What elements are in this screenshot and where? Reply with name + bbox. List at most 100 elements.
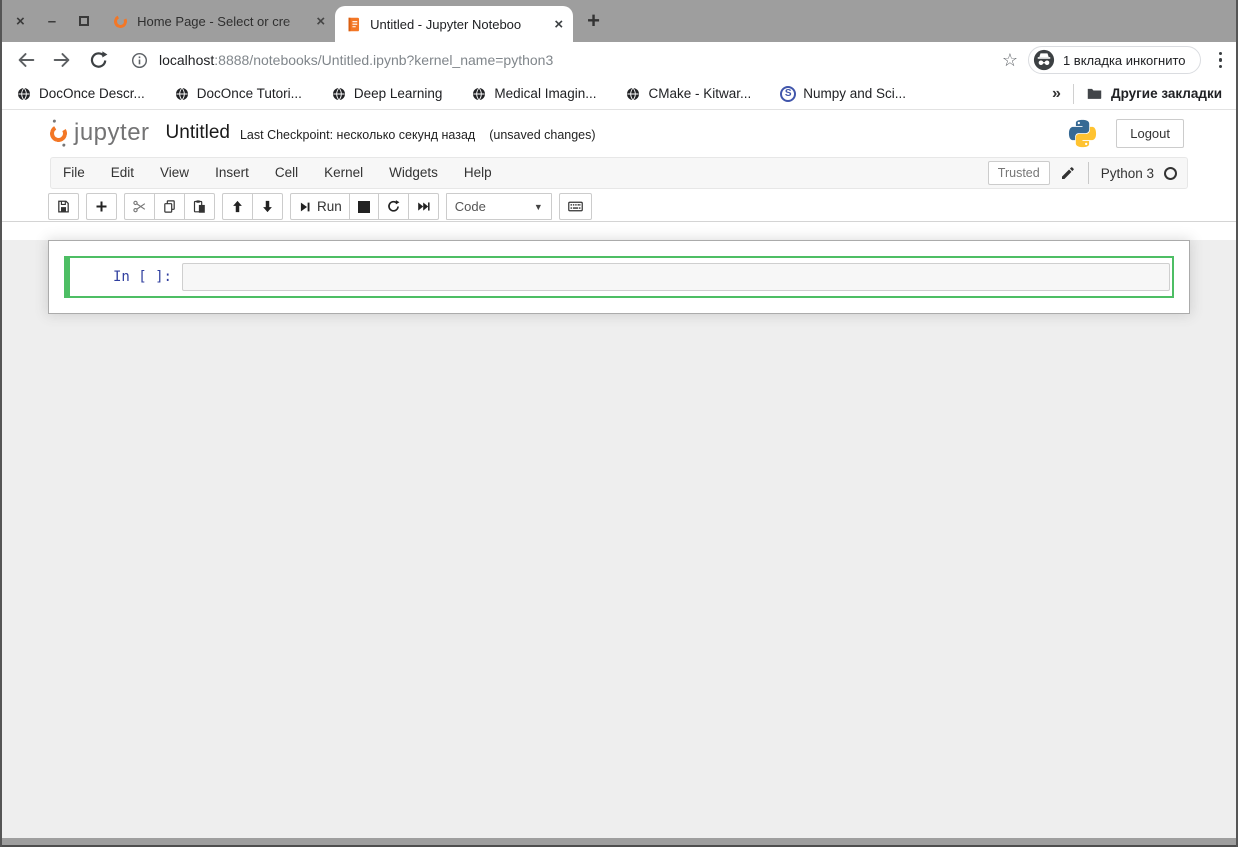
notebook-toolbar: Run Code ▼ [0, 189, 1238, 222]
restart-kernel-button[interactable] [377, 193, 409, 220]
menu-insert[interactable]: Insert [202, 158, 262, 188]
plus-icon [96, 201, 107, 212]
address-bar[interactable]: localhost:8888/notebooks/Untitled.ipynb?… [130, 51, 992, 70]
logout-button[interactable]: Logout [1116, 118, 1184, 148]
menu-kernel[interactable]: Kernel [311, 158, 376, 188]
tab-close-icon[interactable]: × [316, 14, 325, 29]
browser-menu-icon[interactable] [1215, 48, 1227, 73]
keyboard-icon [567, 201, 583, 212]
run-button[interactable]: Run [290, 193, 350, 220]
tab-home-page[interactable]: Home Page - Select or cre × [102, 0, 335, 42]
bookmark-label: DocOnce Descr... [39, 86, 145, 101]
url-text: localhost:8888/notebooks/Untitled.ipynb?… [159, 52, 553, 68]
bookmark-star-icon[interactable]: ☆ [1002, 50, 1018, 71]
browser-toolbar: localhost:8888/notebooks/Untitled.ipynb?… [0, 42, 1238, 78]
jupyter-favicon [112, 12, 129, 30]
interrupt-kernel-button[interactable] [348, 193, 379, 220]
bookmark-label: DocOnce Tutori... [196, 86, 302, 101]
bookmark-deep-learning[interactable]: Deep Learning [331, 86, 443, 102]
move-cell-up-button[interactable] [222, 193, 253, 220]
globe-icon [473, 87, 486, 100]
menu-cell[interactable]: Cell [262, 158, 311, 188]
menu-edit[interactable]: Edit [98, 158, 147, 188]
window-close-icon[interactable]: × [16, 14, 25, 29]
notebook-container: In [ ]: [48, 240, 1190, 314]
restart-icon [387, 200, 400, 212]
bookmark-label: Deep Learning [353, 86, 443, 101]
jupyter-header: jupyter Untitled Last Checkpoint: нескол… [0, 110, 1238, 156]
scipy-icon: S [780, 85, 797, 102]
divider [1087, 162, 1089, 184]
notebook-menubar: File Edit View Insert Cell Kernel Widget… [50, 157, 1188, 189]
window-minimize-icon[interactable]: – [48, 14, 56, 29]
kernel-idle-indicator-icon [1164, 166, 1177, 180]
jupyter-logo-icon [48, 122, 69, 144]
stop-icon [357, 200, 370, 213]
bookmark-doconce-tutori[interactable]: DocOnce Tutori... [174, 86, 302, 102]
bookmark-medical-imaging[interactable]: Medical Imagin... [471, 86, 596, 102]
tab-untitled-notebook[interactable]: Untitled - Jupyter Noteboo × [335, 6, 574, 42]
input-prompt: In [ ]: [112, 269, 172, 285]
command-palette-button[interactable] [558, 193, 592, 220]
paste-icon [193, 200, 205, 213]
other-bookmarks-label: Другие закладки [1110, 86, 1222, 101]
python-logo-icon [1067, 118, 1098, 149]
new-tab-button[interactable]: + [587, 10, 600, 32]
cell-type-value: Code [454, 199, 486, 214]
page-info-icon[interactable] [130, 51, 149, 70]
restart-run-all-button[interactable] [407, 193, 439, 220]
bookmark-doconce-descr[interactable]: DocOnce Descr... [16, 86, 145, 102]
fast-forward-icon [417, 202, 430, 211]
edit-mode-pencil-icon [1060, 165, 1076, 181]
other-bookmarks-button[interactable]: Другие закладки [1086, 85, 1222, 102]
paste-button[interactable] [184, 193, 215, 220]
incognito-badge[interactable]: 1 вкладка инкогнито [1027, 46, 1201, 74]
globe-icon [18, 87, 30, 100]
run-step-forward-icon [300, 202, 310, 211]
save-button[interactable] [48, 193, 79, 220]
copy-icon [164, 200, 175, 213]
chevron-down-icon: ▼ [533, 201, 543, 212]
forward-icon[interactable] [50, 48, 74, 72]
reload-icon[interactable] [86, 48, 110, 72]
autosave-status: (unsaved changes) [489, 128, 596, 142]
window-frame [0, 0, 2, 847]
bookmark-cmake-kitware[interactable]: CMake - Kitwar... [625, 86, 751, 102]
checkpoint-status: Last Checkpoint: несколько секунд назад [239, 128, 476, 142]
window-controls: × – [0, 0, 102, 42]
notebook-title[interactable]: Untitled [166, 122, 230, 144]
folder-icon [1087, 88, 1102, 99]
incognito-label: 1 вкладка инкогнито [1062, 52, 1186, 68]
cut-button[interactable] [124, 193, 155, 220]
move-cell-down-button[interactable] [252, 193, 283, 220]
code-cell-selected[interactable]: In [ ]: [64, 256, 1174, 298]
tab-title: Untitled - Jupyter Noteboo [370, 16, 549, 32]
tab-close-icon[interactable]: × [554, 17, 563, 32]
menu-widgets[interactable]: Widgets [376, 158, 451, 188]
menu-view[interactable]: View [147, 158, 202, 188]
code-input-area[interactable] [182, 263, 1170, 291]
globe-icon [332, 87, 345, 100]
save-icon [58, 200, 69, 213]
bookmark-label: Medical Imagin... [494, 86, 597, 101]
copy-button[interactable] [154, 193, 185, 220]
window-maximize-icon[interactable] [79, 16, 90, 26]
back-icon[interactable] [14, 48, 38, 72]
bookmarks-overflow-icon[interactable]: » [1052, 85, 1061, 103]
titlebar: × – Home Page - Select or cre × Untitled… [0, 0, 1238, 42]
jupyter-logo[interactable]: jupyter [48, 119, 150, 147]
arrow-up-icon [233, 200, 242, 213]
bookmarks-bar: DocOnce Descr... DocOnce Tutori... Deep … [0, 78, 1238, 110]
url-host: localhost [159, 52, 215, 68]
globe-icon [175, 87, 188, 100]
cell-type-select[interactable]: Code ▼ [445, 193, 552, 220]
incognito-icon [1033, 49, 1055, 71]
bookmark-numpy-scipy[interactable]: S Numpy and Sci... [780, 85, 907, 102]
tab-title: Home Page - Select or cre [137, 13, 311, 29]
bookmark-label: Numpy and Sci... [803, 86, 907, 101]
trusted-button[interactable]: Trusted [987, 161, 1050, 185]
menu-help[interactable]: Help [451, 158, 505, 188]
menu-file[interactable]: File [51, 158, 98, 188]
insert-cell-button[interactable] [86, 193, 117, 220]
notebook-area: In [ ]: [0, 240, 1238, 847]
